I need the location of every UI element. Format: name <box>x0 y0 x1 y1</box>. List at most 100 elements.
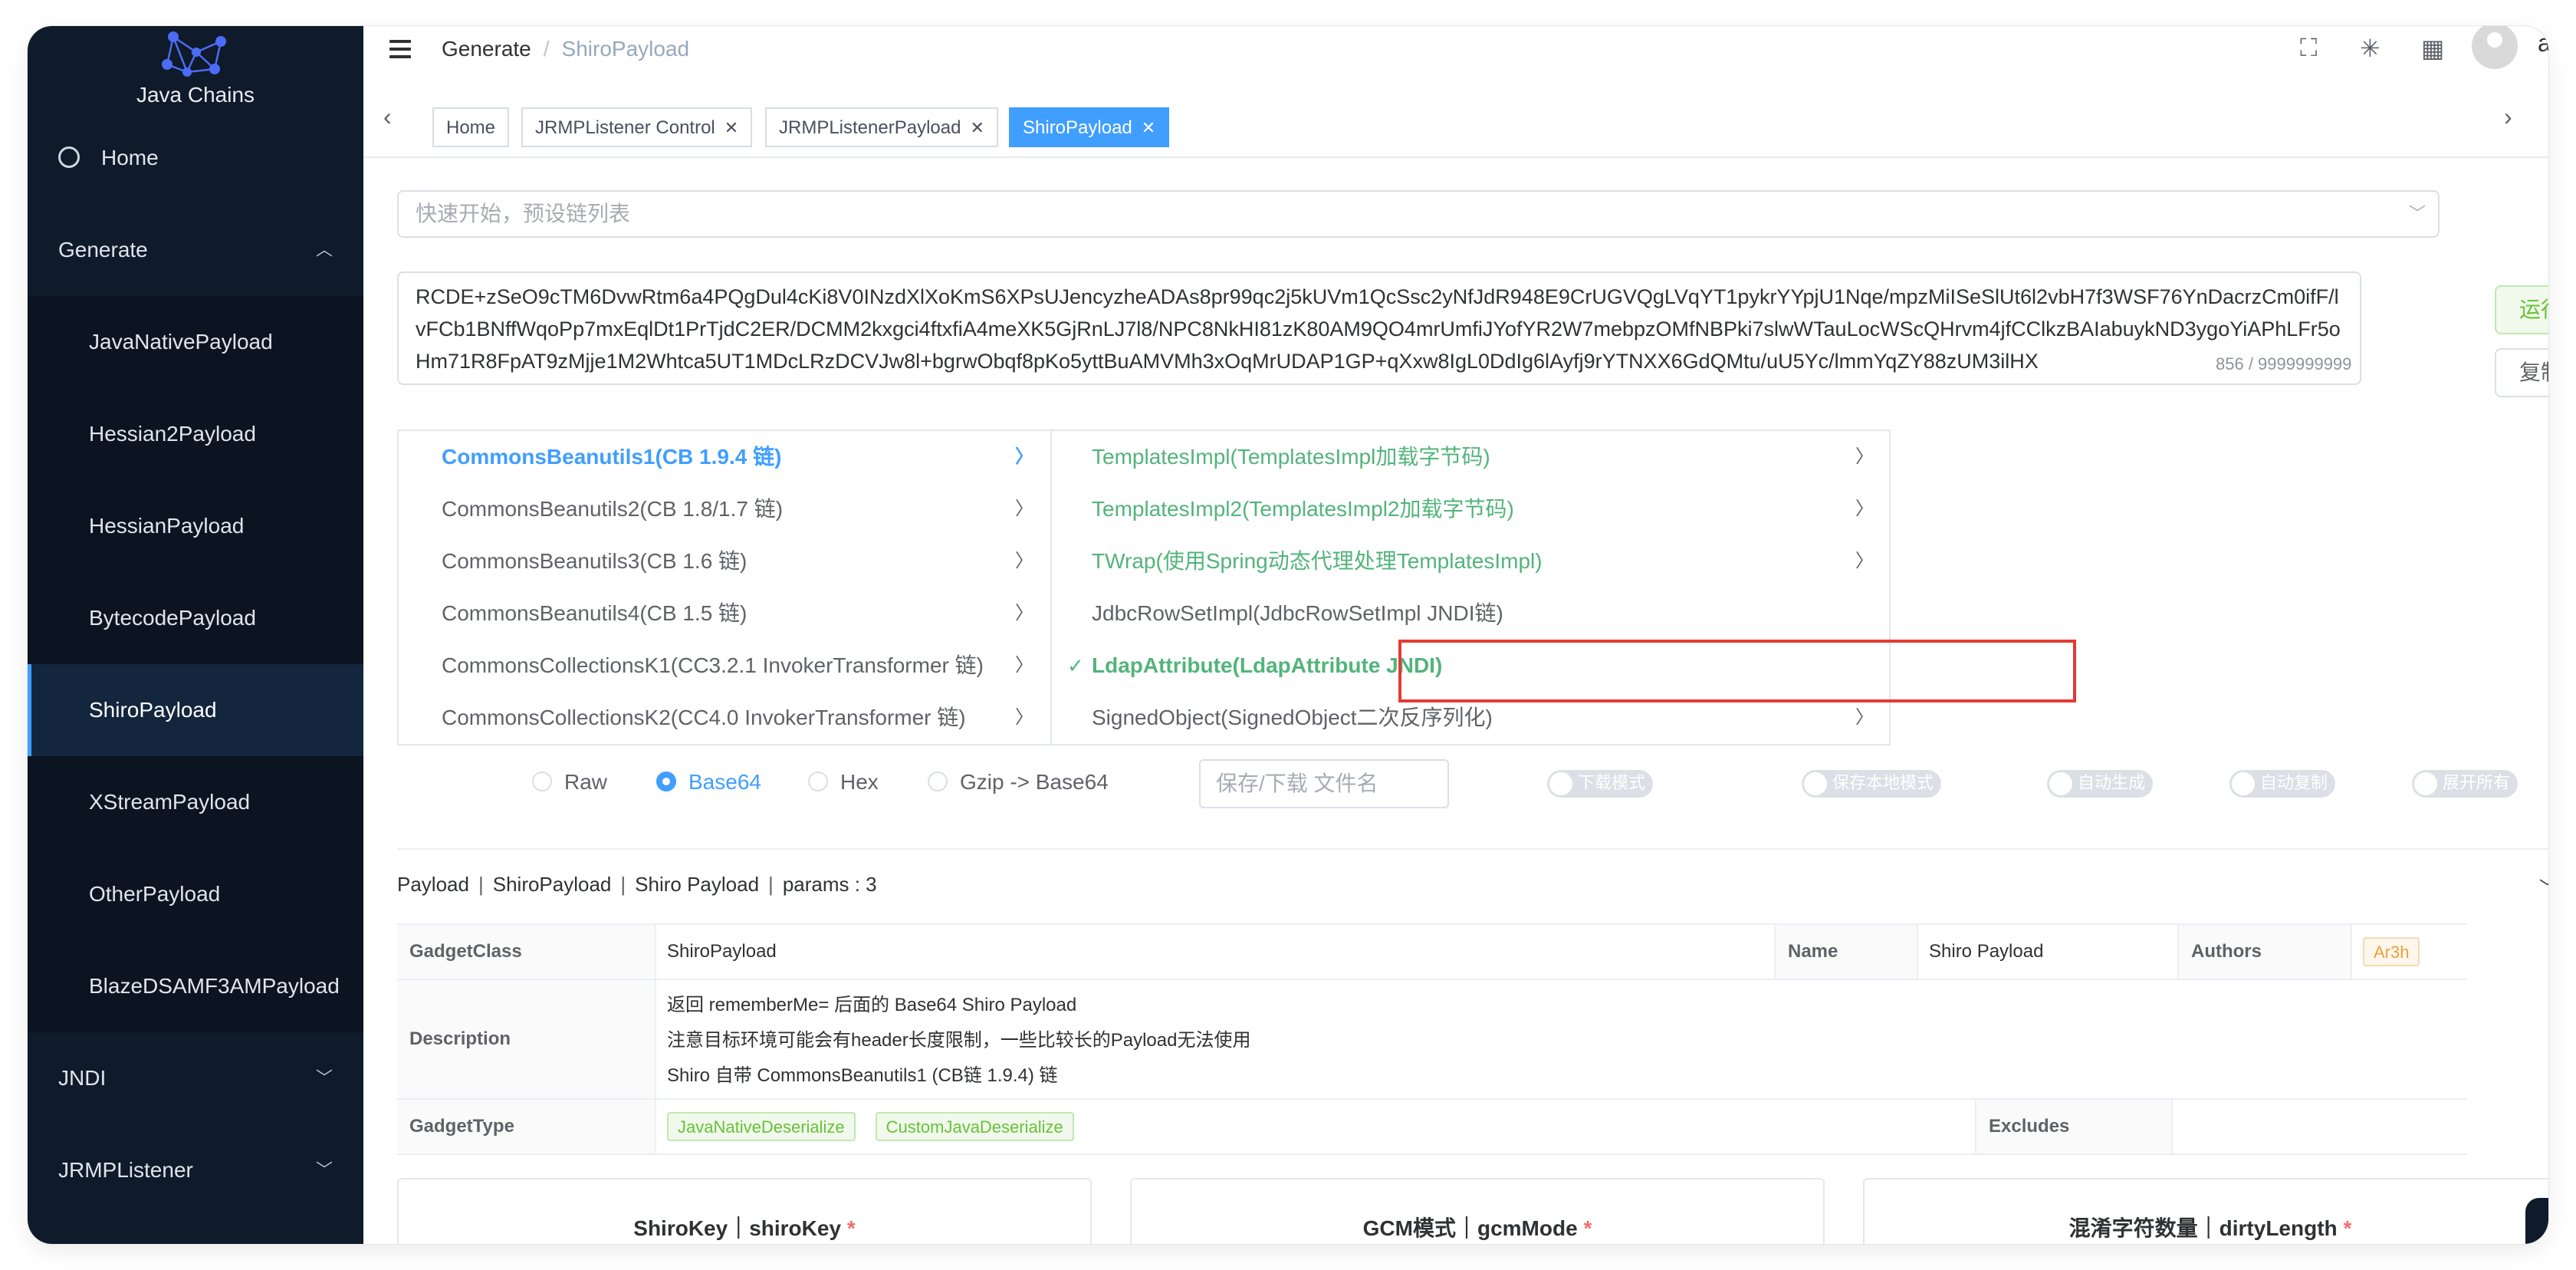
radio-raw[interactable]: Raw <box>532 767 607 798</box>
gadget-type-value: JavaNativeDeserialize CustomJavaDeseriali… <box>656 1100 1976 1153</box>
sidebar-item-jndi[interactable]: JNDI ﹀ <box>28 1032 363 1124</box>
close-icon[interactable]: ✕ <box>1142 118 1155 137</box>
tab-jrmplistenerpayload[interactable]: JRMPListenerPayload ✕ <box>765 107 998 147</box>
username[interactable]: adn <box>2538 29 2548 58</box>
option-label: CommonsCollectionsK1(CC3.2.1 InvokerTran… <box>442 653 984 677</box>
info-part: ShiroPayload <box>492 873 612 896</box>
excludes-label: Excludes <box>1976 1100 2173 1153</box>
copy-button[interactable]: 复制 <box>2495 348 2548 397</box>
tab-label: ShiroPayload <box>1023 117 1132 138</box>
chevron-right-icon: 〉 <box>1015 655 1033 676</box>
payload-output-textarea[interactable]: RCDE+zSeO9cTM6DvwRtm6a4PQgDul4cKi8V0INzd… <box>397 271 2361 385</box>
sidebar-item-xstreampayload[interactable]: XStreamPayload <box>28 756 363 848</box>
table-row: Description 返回 rememberMe= 后面的 Base64 Sh… <box>397 980 2467 1100</box>
hamburger-menu-icon[interactable] <box>389 40 411 58</box>
breadcrumb-separator: / <box>543 37 550 61</box>
gadget-type-label: GadgetType <box>397 1100 656 1153</box>
info-separator: | <box>768 873 774 896</box>
switch-save-local[interactable]: 保存本地模式 <box>1802 770 1942 798</box>
cascader-option[interactable]: CommonsBeanutils1(CB 1.9.4 链) 〉 <box>399 431 1050 483</box>
sidebar-item-label: JNDI <box>58 1066 107 1090</box>
quick-start-select[interactable]: 快速开始，预设链列表 ﹀ <box>397 190 2440 238</box>
sidebar-item-generate[interactable]: Generate ︿ <box>28 204 363 296</box>
chevron-right-icon: 〉 <box>1855 551 1874 571</box>
check-icon: ✓ <box>1067 654 1084 677</box>
radio-label: Raw <box>564 770 608 794</box>
chevron-down-icon: ﹀ <box>315 1160 333 1180</box>
chevron-down-icon: ﹀ <box>315 1068 333 1087</box>
cascader-option[interactable]: CommonsBeanutils3(CB 1.6 链) 〉 <box>399 535 1050 587</box>
switch-auto-generate[interactable]: 自动生成 <box>2047 770 2154 798</box>
radio-hex[interactable]: Hex <box>808 767 879 798</box>
sidebar-item-hessian2payload[interactable]: Hessian2Payload <box>28 388 363 480</box>
param-card-dirtylength[interactable]: 混淆字符数量｜dirtyLength * <box>1863 1178 2548 1244</box>
breadcrumb-parent[interactable]: Generate <box>442 37 531 61</box>
sidebar-item-bytecodepayload[interactable]: BytecodePayload <box>28 572 363 664</box>
filename-input[interactable]: 保存/下载 文件名 <box>1199 759 1449 808</box>
authors-value: Ar3h <box>2352 925 2467 979</box>
chevron-down-icon: ﹀ <box>2408 204 2426 223</box>
chevron-right-icon: 〉 <box>1015 603 1033 623</box>
cascader-option[interactable]: TemplatesImpl2(TemplatesImpl2加载字节码) 〉 <box>1052 483 1891 535</box>
sidebar-item-jrmplistener[interactable]: JRMPListener ﹀ <box>28 1124 363 1216</box>
floating-widget[interactable] <box>2525 1198 2548 1244</box>
option-label: CommonsBeanutils3(CB 1.6 链) <box>442 549 748 573</box>
radio-gzip-base64[interactable]: Gzip -> Base64 <box>928 767 1109 798</box>
switch-auto-copy[interactable]: 自动复制 <box>2229 770 2336 798</box>
param-card-shirokey[interactable]: ShiroKey｜shiroKey * <box>397 1178 1092 1244</box>
chevron-right-icon: 〉 <box>1855 446 1874 467</box>
theme-loader-icon[interactable]: ✳ <box>2360 34 2380 63</box>
radio-label: Base64 <box>688 770 761 794</box>
option-label: SignedObject(SignedObject二次反序列化) <box>1092 706 1493 729</box>
info-separator: | <box>478 873 484 896</box>
required-marker: * <box>1583 1216 1592 1240</box>
param-card-gcmmode[interactable]: GCM模式｜gcmMode * <box>1130 1178 1825 1244</box>
payload-info-header[interactable]: Payload | ShiroPayload | Shiro Payload | param… <box>397 873 877 897</box>
cascader-option[interactable]: CommonsBeanutils2(CB 1.8/1.7 链) 〉 <box>399 483 1050 535</box>
tab-jrmplistener-control[interactable]: JRMPListener Control ✕ <box>521 107 753 147</box>
sidebar-item-home[interactable]: Home <box>28 112 363 204</box>
close-icon[interactable]: ✕ <box>724 118 738 137</box>
app-title: Java Chains <box>136 83 255 107</box>
app-logo[interactable]: Java Chains <box>28 26 363 118</box>
name-label: Name <box>1776 925 1918 979</box>
description-line: 返回 rememberMe= 后面的 Base64 Shiro Payload <box>667 995 1077 1015</box>
tab-shiropayload[interactable]: ShiroPayload ✕ <box>1009 107 1170 147</box>
app-window: Java Chains Home Generate ︿ JavaNativePa… <box>28 26 2548 1244</box>
chevron-left-icon[interactable]: ‹ <box>383 103 392 131</box>
cascader-option[interactable]: CommonsCollectionsK1(CC3.2.1 InvokerTran… <box>399 640 1050 692</box>
cascader-option[interactable]: CommonsBeanutils4(CB 1.5 链) 〉 <box>399 587 1050 640</box>
sidebar-item-hessianpayload[interactable]: HessianPayload <box>28 480 363 572</box>
avatar[interactable] <box>2472 26 2518 69</box>
breadcrumb-current: ShiroPayload <box>561 37 690 61</box>
cascader-option[interactable]: JdbcRowSetImpl(JdbcRowSetImpl JNDI链) <box>1052 587 1891 640</box>
authors-label: Authors <box>2179 925 2352 979</box>
chevron-right-icon: 〉 <box>1015 707 1033 728</box>
fullscreen-icon[interactable]: ⛶ <box>2300 34 2317 63</box>
close-icon[interactable]: ✕ <box>970 118 984 137</box>
logo-graph-icon <box>162 31 226 77</box>
gadget-type-tag: CustomJavaDeserialize <box>875 1112 1074 1141</box>
cascader-option[interactable]: CommonsCollectionsK2(CC4.0 InvokerTransf… <box>399 692 1050 744</box>
run-button[interactable]: 运行 <box>2495 285 2548 334</box>
chevron-right-icon[interactable]: › <box>2504 103 2512 131</box>
description-line: Shiro 自带 CommonsBeanutils1 (CB链 1.9.4) 链 <box>667 1065 1058 1086</box>
radio-base64[interactable]: Base64 <box>656 767 761 798</box>
cascader-option[interactable]: TemplatesImpl(TemplatesImpl加载字节码) 〉 <box>1052 431 1891 483</box>
grid-apps-icon[interactable]: ▦ <box>2421 34 2444 63</box>
sidebar-item-shiropayload[interactable]: ShiroPayload <box>28 664 363 756</box>
chevron-up-icon: ︿ <box>315 240 333 259</box>
sidebar-item-otherpayload[interactable]: OtherPayload <box>28 848 363 940</box>
sidebar-item-javanativepayload[interactable]: JavaNativePayload <box>28 296 363 388</box>
chevron-down-icon[interactable]: ﹀ <box>2539 874 2548 899</box>
chevron-right-icon: 〉 <box>1015 551 1033 571</box>
param-label: ShiroKey｜shiroKey <box>633 1216 842 1240</box>
switch-expand-all[interactable]: 展开所有 <box>2412 770 2518 798</box>
tab-home[interactable]: Home <box>432 107 510 147</box>
sidebar-item-blazedsamf3ampayload[interactable]: BlazeDSAMF3AMPayload <box>28 940 363 1032</box>
cascader-option[interactable]: TWrap(使用Spring动态代理处理TemplatesImpl) 〉 <box>1052 535 1891 587</box>
option-label: CommonsBeanutils1(CB 1.9.4 链) <box>442 445 782 469</box>
info-part: Shiro Payload <box>635 873 760 896</box>
switch-download-mode[interactable]: 下载模式 <box>1547 770 1654 798</box>
param-label: 混淆字符数量｜dirtyLength <box>2068 1216 2338 1240</box>
